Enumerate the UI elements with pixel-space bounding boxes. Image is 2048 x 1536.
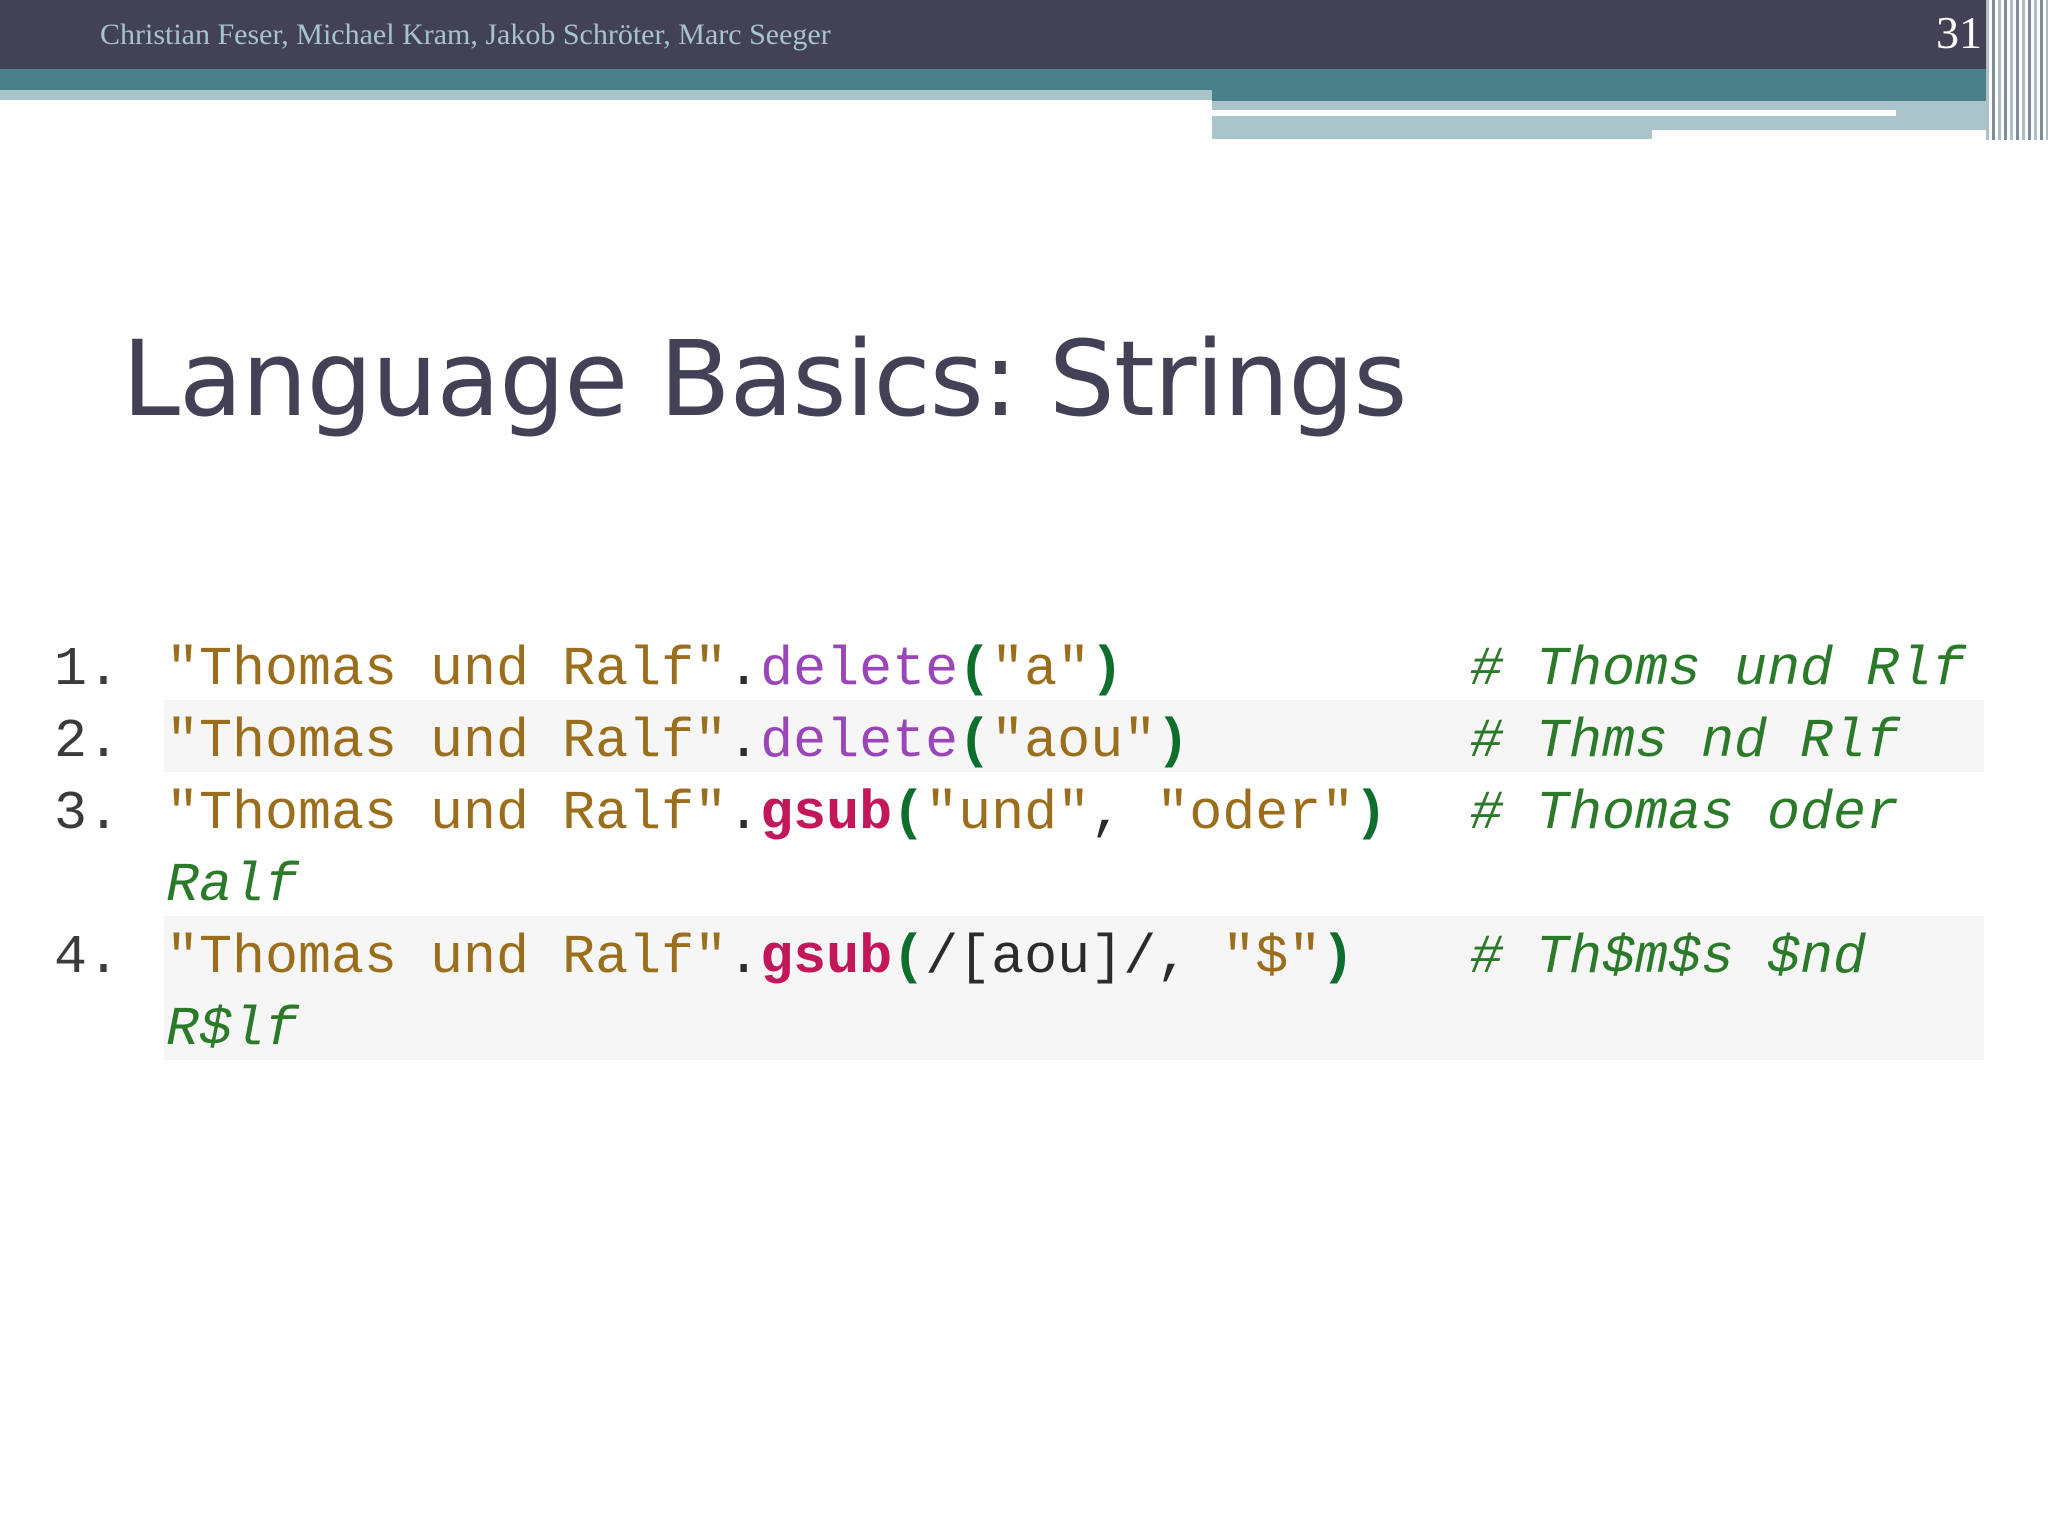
comma: , [1156, 926, 1223, 989]
code-statement: "Thomas und Ralf".delete("a") [166, 638, 1123, 701]
line-number: 2. [54, 710, 121, 773]
regex-open: /[ [925, 926, 992, 989]
comma: , [1090, 782, 1157, 845]
string-literal: "Thomas und Ralf" [166, 926, 728, 989]
dot: . [727, 926, 761, 989]
decor-band [1212, 110, 1896, 116]
method-name: delete [760, 710, 959, 773]
method-name: gsub [760, 782, 893, 845]
decor-band [1652, 130, 2012, 139]
code-comment-continuation: Ralf [166, 854, 299, 917]
page-number: 31 [1936, 7, 1982, 58]
method-name: gsub [760, 926, 893, 989]
paren-open: ( [892, 782, 926, 845]
code-line: 3. "Thomas und Ralf".gsub("und", "oder")… [40, 772, 1984, 917]
code-comment: # Thms nd Rlf [1470, 710, 1900, 773]
decor-band [1212, 69, 2012, 101]
regex-body: aou [991, 926, 1091, 989]
string-argument: "und" [925, 782, 1091, 845]
dot: . [727, 782, 761, 845]
method-name: delete [760, 638, 959, 701]
decor-band [0, 90, 1212, 100]
line-number: 1. [54, 638, 121, 701]
code-comment: # Thomas oder [1470, 782, 1900, 845]
code-line: 1. "Thomas und Ralf".delete("a") # Thoms… [40, 628, 1984, 701]
dot: . [727, 638, 761, 701]
code-statement: "Thomas und Ralf".delete("aou") [166, 710, 1189, 773]
paren-close: ) [1321, 926, 1355, 989]
code-block: 1. "Thomas und Ralf".delete("a") # Thoms… [40, 628, 1984, 1061]
code-line: 2. "Thomas und Ralf".delete("aou") # Thm… [40, 700, 1984, 773]
paren-close: ) [1156, 710, 1190, 773]
regex-close: ]/ [1090, 926, 1157, 989]
paren-close: ) [1090, 638, 1124, 701]
code-statement: "Thomas und Ralf".gsub("und", "oder") [166, 782, 1387, 845]
code-comment-continuation: R$lf [166, 998, 299, 1061]
dot: . [727, 710, 761, 773]
paren-open: ( [958, 638, 992, 701]
code-statement: "Thomas und Ralf".gsub(/[aou]/, "$") [166, 926, 1354, 989]
paren-open: ( [958, 710, 992, 773]
line-number: 4. [54, 926, 121, 989]
string-literal: "Thomas und Ralf" [166, 638, 728, 701]
code-line: 4. "Thomas und Ralf".gsub(/[aou]/, "$") … [40, 916, 1984, 1061]
header-bar: Christian Feser, Michael Kram, Jakob Sch… [0, 0, 2048, 69]
string-literal: "Thomas und Ralf" [166, 710, 728, 773]
string-argument: "oder" [1156, 782, 1355, 845]
slide-title: Language Basics: Strings [122, 318, 1407, 440]
string-argument: "aou" [991, 710, 1157, 773]
string-argument: "a" [991, 638, 1091, 701]
line-number: 3. [54, 782, 121, 845]
string-literal: "Thomas und Ralf" [166, 782, 728, 845]
paren-close: ) [1354, 782, 1388, 845]
decor-stripes [1986, 0, 2048, 140]
paren-open: ( [892, 926, 926, 989]
decor-band [0, 69, 1212, 90]
authors-text: Christian Feser, Michael Kram, Jakob Sch… [100, 18, 831, 51]
code-comment: # Th$m$s $nd [1470, 926, 1867, 989]
code-comment: # Thoms und Rlf [1470, 638, 1966, 701]
string-argument: "$" [1222, 926, 1322, 989]
